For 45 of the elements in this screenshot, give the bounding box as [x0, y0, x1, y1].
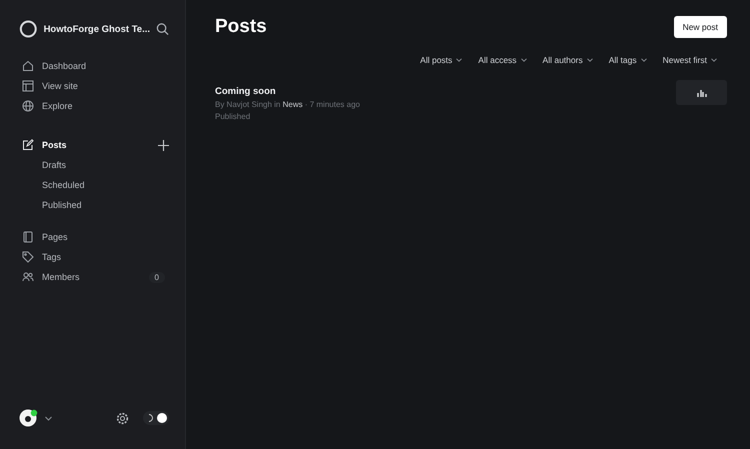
- caret-icon: [586, 58, 593, 62]
- nav-item[interactable]: Explore: [19, 96, 169, 116]
- nav-item[interactable]: Pages: [19, 227, 169, 247]
- filter-dropdown[interactable]: All authors: [542, 55, 593, 65]
- nav-subitem[interactable]: Scheduled: [19, 175, 169, 195]
- analytics-button[interactable]: [676, 80, 727, 105]
- filter-dropdown[interactable]: All tags: [608, 55, 647, 65]
- member-count: 0: [148, 272, 165, 282]
- add-icon[interactable]: [158, 140, 169, 150]
- globe-icon: [22, 100, 34, 112]
- page-icon: [22, 231, 34, 243]
- members-icon: [22, 271, 34, 283]
- bar-chart-icon: [696, 88, 706, 96]
- tag-link[interactable]: News: [282, 100, 303, 109]
- caret-icon: [456, 58, 462, 62]
- nav-item[interactable]: Members 0: [19, 267, 169, 287]
- nav-item[interactable]: Tags: [19, 247, 169, 267]
- nav-item[interactable]: View site: [19, 76, 169, 96]
- caret-icon: [711, 58, 717, 62]
- search-icon[interactable]: [156, 22, 169, 36]
- tag-icon: [22, 251, 34, 263]
- nav-item[interactable]: Dashboard: [19, 56, 169, 76]
- nav-subitem[interactable]: Drafts: [19, 155, 169, 175]
- settings-icon[interactable]: [116, 412, 129, 424]
- layout-icon: [22, 80, 34, 92]
- site-logo-icon: [19, 19, 38, 39]
- home-icon: [22, 60, 34, 72]
- post-meta: By Navjot Singh in News · 7 minutes ago: [215, 100, 360, 109]
- theme-toggle[interactable]: [143, 411, 169, 425]
- caret-icon: [520, 58, 527, 62]
- filter-dropdown[interactable]: All posts: [420, 55, 462, 65]
- filter-dropdown[interactable]: Newest first: [662, 55, 717, 65]
- moon-icon: [148, 414, 154, 422]
- post-title[interactable]: Coming soon: [215, 86, 360, 97]
- caret-icon: [640, 58, 647, 62]
- avatar-icon[interactable]: [19, 409, 39, 427]
- site-title: HowtoForge Ghost Te...: [44, 24, 150, 34]
- edit-icon: [22, 139, 34, 151]
- nav-item[interactable]: Posts: [19, 135, 169, 155]
- new-post-button[interactable]: New post: [674, 16, 727, 38]
- post-status: Published: [215, 112, 252, 121]
- nav-subitem[interactable]: Published: [19, 195, 169, 215]
- caret-icon[interactable]: [45, 416, 52, 420]
- page-title: Posts: [215, 16, 267, 38]
- filter-dropdown[interactable]: All access: [478, 55, 527, 65]
